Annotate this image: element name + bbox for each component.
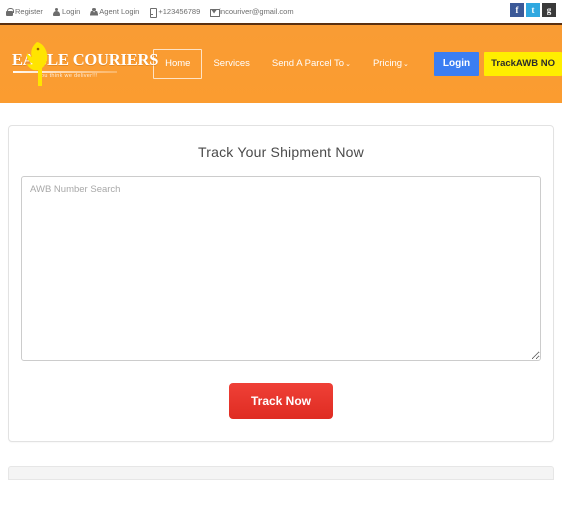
- nav-item-home[interactable]: Home: [153, 49, 203, 79]
- eagle-bird-icon: [26, 42, 48, 86]
- login-link[interactable]: Login: [52, 6, 81, 16]
- email-link[interactable]: incouriver@gmail.com: [210, 6, 294, 17]
- footer-strip: [8, 466, 554, 480]
- track-now-button[interactable]: Track Now: [228, 383, 334, 419]
- nav-services-label: Services: [213, 58, 250, 70]
- nav-item-services[interactable]: Services: [202, 53, 260, 75]
- twitter-icon[interactable]: t: [526, 3, 540, 17]
- facebook-icon[interactable]: f: [510, 3, 524, 17]
- logo[interactable]: EAGLE COURIERS you think we deliver!!!: [12, 38, 158, 90]
- register-label: Register: [15, 6, 43, 16]
- nav-send-parcel-label: Send A Parcel To: [271, 58, 345, 70]
- phone-label: +123456789: [158, 6, 201, 16]
- envelope-icon: [210, 8, 220, 17]
- agent-login-link[interactable]: Agent Login: [90, 6, 140, 16]
- track-button-row: Track Now: [21, 383, 541, 419]
- page-body: Track Your Shipment Now Track Now: [0, 103, 562, 442]
- chevron-down-icon: ⌄: [345, 61, 351, 69]
- nav-item-pricing[interactable]: Pricing⌄: [362, 53, 420, 75]
- nav-pricing-label: Pricing: [372, 58, 403, 70]
- site-header: EAGLE COURIERS you think we deliver!!! H…: [0, 25, 562, 103]
- tracking-panel: Track Your Shipment Now Track Now: [8, 125, 554, 442]
- login-label: Login: [61, 6, 81, 16]
- phone-link[interactable]: +123456789: [149, 6, 201, 18]
- google-plus-icon[interactable]: g: [542, 3, 556, 17]
- mobile-phone-icon: [149, 7, 157, 18]
- register-link[interactable]: Register: [6, 6, 43, 16]
- social-links: f t g: [510, 3, 556, 17]
- track-awb-no-button[interactable]: TrackAWB NO: [484, 52, 562, 76]
- top-utility-links: Register Login Agent Login +123456789 in…: [6, 6, 294, 18]
- header-buttons: Login TrackAWB NO: [433, 52, 562, 76]
- agent-icon: [90, 7, 97, 16]
- login-button[interactable]: Login: [433, 52, 480, 76]
- top-utility-bar: Register Login Agent Login +123456789 in…: [0, 0, 562, 25]
- lock-icon: [6, 7, 14, 16]
- nav-item-send-a-parcel-to[interactable]: Send A Parcel To⌄: [261, 53, 362, 75]
- awb-number-search-input[interactable]: [21, 176, 541, 361]
- agent-login-label: Agent Login: [99, 6, 140, 16]
- user-icon: [52, 7, 61, 16]
- nav-home-label: Home: [165, 58, 191, 70]
- page-title: Track Your Shipment Now: [198, 144, 364, 160]
- chevron-down-icon: ⌄: [403, 61, 409, 69]
- main-navigation: Home Services Send A Parcel To⌄ Pricing⌄: [153, 49, 420, 79]
- email-label: incouriver@gmail.com: [219, 6, 294, 16]
